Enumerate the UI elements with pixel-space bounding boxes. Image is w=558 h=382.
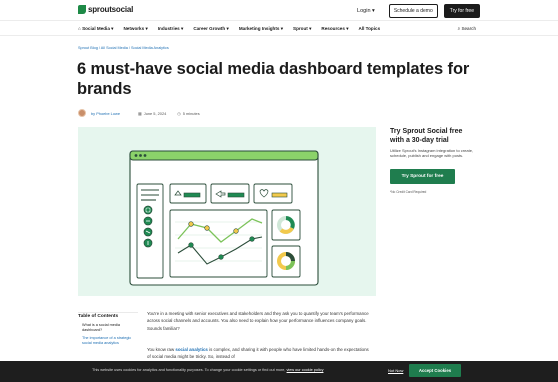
nav-label: Industries: [157, 26, 180, 31]
header-actions: Login ▾ Schedule a demo Try for free: [357, 4, 480, 18]
nav-item-social-media[interactable]: ⌂ Social Media ▾: [78, 26, 113, 32]
clock-icon: ◷: [177, 110, 181, 116]
nav-item-sprout[interactable]: Sprout ▾: [293, 26, 311, 32]
search-button[interactable]: ⌕ Search: [458, 26, 476, 31]
accept-cookies-button[interactable]: Accept Cookies: [409, 364, 461, 377]
promo-title: Try Sprout Social free with a 30-day tri…: [390, 128, 463, 144]
cookie-policy-link[interactable]: view our cookie policy: [287, 368, 324, 372]
nav-label: Networks: [123, 26, 145, 31]
body-paragraph: You're in a meeting with senior executiv…: [147, 311, 369, 331]
nav-item-networks[interactable]: Networks ▾: [123, 26, 147, 32]
login-label: Login: [357, 8, 371, 14]
page-title: 6 must-have social media dashboard templ…: [77, 60, 470, 98]
body-paragraph: You know raw social analytics is complex…: [147, 346, 372, 361]
schedule-demo-button[interactable]: Schedule a demo: [388, 4, 438, 18]
no-credit-card-note: *No Credit Card Required: [390, 190, 427, 195]
nav-label: Social Media: [82, 26, 110, 31]
toc-item[interactable]: What is a social media dashboard?: [78, 323, 138, 334]
dashboard-illustration: [129, 150, 319, 286]
read-time: 5 minutes: [182, 110, 200, 116]
cookie-text: This website uses cookies for analytics …: [92, 368, 286, 372]
author-link[interactable]: by Phoebe Lowe: [91, 111, 120, 116]
breadcrumb[interactable]: Sprout Blog / All Social Media / Social …: [78, 46, 169, 50]
cookie-banner: This website uses cookies for analytics …: [0, 361, 558, 382]
sprout-logo[interactable]: sproutsocial: [78, 5, 133, 14]
not-now-button[interactable]: Not Now: [388, 368, 403, 373]
search-icon: ⌕: [457, 26, 461, 31]
sprout-leaf-icon: [78, 5, 86, 14]
search-label: Search: [461, 26, 476, 31]
publish-date: June 5, 2024: [143, 110, 167, 116]
nav-label: Marketing Insights: [238, 26, 280, 31]
main-nav: ⌂ Social Media ▾ Networks ▾ Industries ▾…: [0, 22, 558, 36]
nav-item-all-topics[interactable]: All Topics: [359, 26, 381, 32]
nav-item-marketing-insights[interactable]: Marketing Insights ▾: [239, 26, 283, 32]
cookie-message: This website uses cookies for analytics …: [92, 368, 323, 372]
logo-text: sproutsocial: [88, 5, 134, 14]
nav-label: Career Growth: [193, 26, 226, 31]
promo-body: Utilize Sprout's Instagram integration t…: [390, 148, 474, 159]
chevron-down-icon: ▾: [372, 8, 375, 14]
trial-promo: Try Sprout Social free with a 30-day tri…: [390, 127, 478, 194]
table-of-contents: Table of Contents What is a social media…: [78, 312, 138, 346]
try-sprout-free-button[interactable]: Try Sprout for free: [390, 169, 455, 185]
nav-label: Sprout: [293, 26, 308, 31]
calendar-icon: ▦: [138, 110, 142, 116]
top-header: sproutsocial Login ▾ Schedule a demo Try…: [0, 0, 558, 21]
nav-item-career-growth[interactable]: Career Growth ▾: [193, 26, 229, 32]
nav-label: Resources: [321, 26, 345, 31]
author-avatar: [78, 109, 86, 117]
social-analytics-link[interactable]: social analytics: [175, 347, 207, 352]
article-meta: by Phoebe Lowe ▦ June 5, 2024 ◷ 5 minute…: [78, 109, 200, 117]
paragraph-text: You know raw: [147, 347, 176, 352]
try-free-button[interactable]: Try for free: [443, 4, 480, 18]
nav-item-resources[interactable]: Resources ▾: [321, 26, 348, 32]
nav-item-industries[interactable]: Industries ▾: [158, 26, 184, 32]
toc-item[interactable]: The importance of a strategic social med…: [78, 336, 138, 347]
login-link[interactable]: Login ▾: [357, 8, 375, 14]
hero-illustration: [78, 127, 376, 296]
toc-title: Table of Contents: [78, 314, 119, 319]
